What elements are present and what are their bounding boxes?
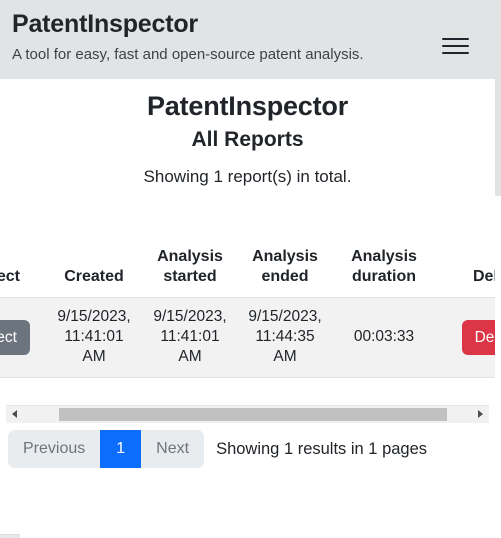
horizontal-scroll-thumb[interactable]	[59, 407, 447, 421]
column-header-analysis-duration: Analysis duration	[332, 243, 436, 298]
column-header-analysis-started: Analysis started	[142, 243, 238, 298]
column-header-delete: Delete	[436, 243, 495, 298]
pagination-status-text: Showing 1 results in 1 pages	[216, 439, 428, 458]
chevron-left-icon[interactable]	[6, 405, 23, 423]
page-title: PatentInspector	[146, 91, 349, 121]
column-header-created: Created	[46, 243, 142, 298]
chevron-right-glyph	[478, 410, 483, 418]
page-root: PatentInspector A tool for easy, fast an…	[0, 0, 495, 538]
pagination-previous-button[interactable]: Previous	[8, 430, 101, 468]
header-text-block: PatentInspector A tool for easy, fast an…	[12, 8, 364, 66]
hamburger-bar-3	[441, 52, 469, 54]
pagination: Previous 1 Next	[8, 430, 205, 468]
reports-table-scroll-region[interactable]: Inspect Created Analysis started Analysi…	[0, 243, 495, 423]
page-vertical-scrollbar[interactable]	[495, 0, 501, 538]
pagination-row: Previous 1 Next Showing 1 results in 1 p…	[8, 430, 427, 468]
pagination-page-1[interactable]: 1	[100, 430, 142, 468]
hamburger-bar-1	[441, 38, 469, 40]
reports-table-body: Inspect 9/15/2023, 11:41:01 AM 9/15/2023…	[0, 297, 495, 378]
hamburger-bar-2	[441, 45, 469, 47]
cell-analysis-ended: 9/15/2023, 11:44:35 AM	[238, 297, 332, 378]
app-subtitle: A tool for easy, fast and open-source pa…	[12, 45, 364, 63]
table-header-row: Inspect Created Analysis started Analysi…	[0, 243, 495, 298]
app-header: PatentInspector A tool for easy, fast an…	[0, 0, 495, 79]
cell-analysis-duration: 00:03:33	[332, 297, 436, 378]
vertical-scroll-thumb[interactable]	[495, 0, 501, 196]
column-header-analysis-ended: Analysis ended	[238, 243, 332, 298]
horizontal-scroll-track[interactable]	[23, 405, 472, 423]
reports-table: Inspect Created Analysis started Analysi…	[0, 243, 495, 378]
report-count-text: Showing 1 report(s) in total.	[143, 167, 352, 187]
inspect-button[interactable]: Inspect	[0, 319, 30, 355]
hamburger-menu-icon[interactable]	[437, 30, 473, 62]
reports-table-shift: Inspect Created Analysis started Analysi…	[0, 243, 495, 378]
column-header-inspect: Inspect	[0, 243, 46, 298]
page-subtitle: All Reports	[191, 127, 304, 151]
table-row: Inspect 9/15/2023, 11:41:01 AM 9/15/2023…	[0, 297, 495, 378]
reports-table-head: Inspect Created Analysis started Analysi…	[0, 243, 495, 298]
chevron-right-icon[interactable]	[472, 405, 489, 423]
app-title: PatentInspector	[12, 10, 198, 38]
bottom-scrollbar-fragment[interactable]	[0, 534, 20, 538]
cell-inspect: Inspect	[0, 297, 46, 378]
pagination-next-button[interactable]: Next	[141, 430, 205, 468]
cell-delete: Delete	[436, 297, 495, 378]
cell-created: 9/15/2023, 11:41:01 AM	[46, 297, 142, 378]
chevron-left-glyph	[12, 410, 17, 418]
page-heading-block: PatentInspector All Reports Showing 1 re…	[0, 79, 495, 187]
cell-analysis-started: 9/15/2023, 11:41:01 AM	[142, 297, 238, 378]
table-horizontal-scrollbar[interactable]	[6, 405, 489, 423]
delete-button[interactable]: Delete	[461, 319, 495, 355]
